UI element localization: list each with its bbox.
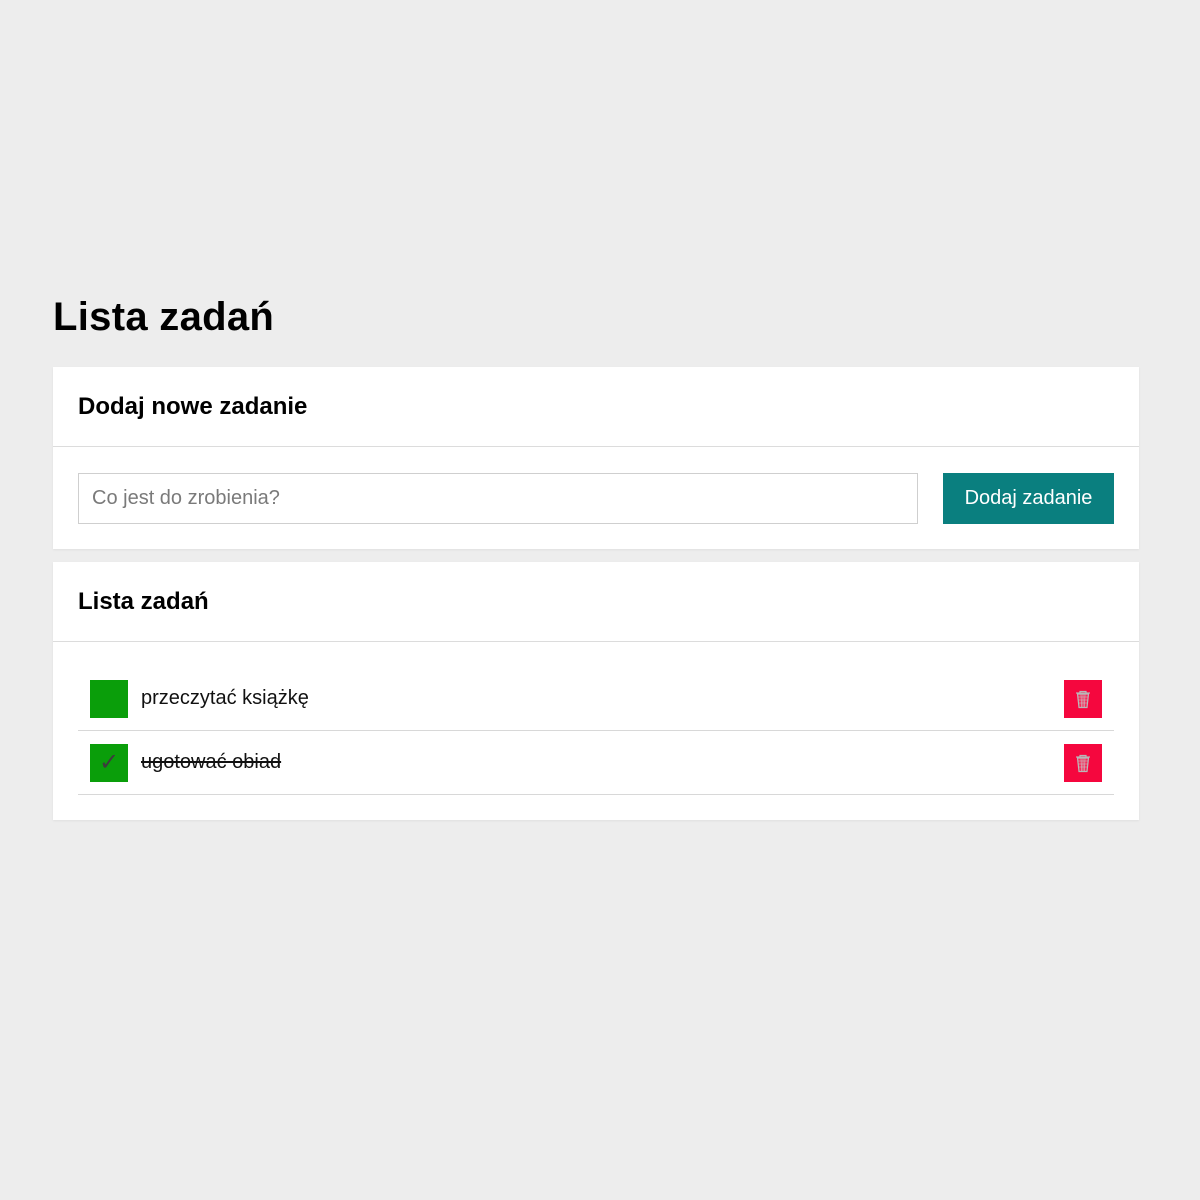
app-container: Lista zadań Dodaj nowe zadanie Dodaj zad… (53, 292, 1139, 820)
add-task-heading: Dodaj nowe zadanie (53, 367, 1139, 447)
trash-icon (1076, 754, 1090, 772)
delete-task-button[interactable] (1064, 679, 1102, 718)
add-task-form: Dodaj zadanie (53, 447, 1139, 549)
checkmark-icon: ✓ (98, 749, 120, 776)
task-list-heading: Lista zadań (53, 562, 1139, 642)
task-checkbox[interactable] (90, 679, 128, 718)
task-list: przeczytać książkę ✓ ugotować obiad (53, 642, 1139, 820)
trash-icon (1076, 690, 1090, 708)
task-input[interactable] (78, 472, 918, 524)
delete-task-button[interactable] (1064, 743, 1102, 782)
task-label: przeczytać książkę (141, 687, 309, 709)
task-checkbox[interactable]: ✓ (90, 743, 128, 782)
task-row: przeczytać książkę (78, 667, 1114, 731)
page-title: Lista zadań (53, 295, 275, 339)
add-task-card: Dodaj nowe zadanie Dodaj zadanie (53, 367, 1139, 549)
task-list-card: Lista zadań przeczytać książkę ✓ ugotowa… (53, 562, 1139, 820)
task-row: ✓ ugotować obiad (78, 731, 1114, 795)
add-task-button[interactable]: Dodaj zadanie (943, 472, 1114, 524)
task-label: ugotować obiad (141, 751, 282, 773)
